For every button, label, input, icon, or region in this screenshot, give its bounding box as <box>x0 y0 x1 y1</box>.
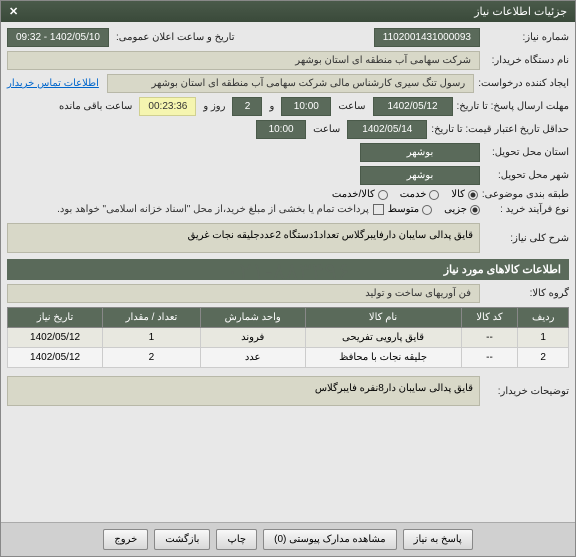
radio-partial-label: جزیی <box>444 204 467 215</box>
province-field: بوشهر <box>360 143 480 162</box>
radio-medium-label: متوسط <box>388 204 419 215</box>
title-bar: جزئیات اطلاعات نیاز ✕ <box>1 1 575 22</box>
table-row[interactable]: 2 -- جلیقه نجات با محافظ عدد 2 1402/05/1… <box>8 348 569 368</box>
and-label: و <box>266 101 277 112</box>
cell-date: 1402/05/12 <box>8 348 103 368</box>
buyer-notes-label: توضیحات خریدار: <box>484 386 569 397</box>
radio-medium[interactable]: متوسط <box>388 204 432 215</box>
radio-dot-icon <box>468 190 478 200</box>
cell-idx: 1 <box>518 328 569 348</box>
cell-unit: عدد <box>200 348 305 368</box>
validity-label: حداقل تاریخ اعتبار قیمت: تا تاریخ: <box>431 124 569 135</box>
close-icon[interactable]: ✕ <box>9 5 18 18</box>
cell-qty: 1 <box>103 328 201 348</box>
group-field: فن آوریهای ساخت و تولید <box>7 284 480 303</box>
th-code: کد کالا <box>461 308 518 328</box>
buyer-org-label: نام دستگاه خریدار: <box>484 55 569 66</box>
time-label-1: ساعت <box>335 101 368 112</box>
buyer-org-field: شرکت سهامی آب منطقه ای استان بوشهر <box>7 51 480 70</box>
radio-dot-icon <box>422 205 432 215</box>
deadline-label: مهلت ارسال پاسخ: تا تاریخ: <box>457 101 569 112</box>
requester-field: رسول تنگ سیری کارشناس مالی شرکت سهامی آب… <box>107 74 474 93</box>
radio-service-label: خدمت <box>400 189 427 200</box>
category-radio-group: کالا خدمت کالا/خدمت <box>332 189 478 200</box>
process-note: پرداخت تمام یا بخشی از مبلغ خرید،از محل … <box>57 204 369 215</box>
province-label: استان محل تحویل: <box>484 147 569 158</box>
goods-section-header: اطلاعات کالاهای مورد نیاز <box>7 259 569 280</box>
need-number-field: 1102001431000093 <box>374 28 480 47</box>
cell-idx: 2 <box>518 348 569 368</box>
attachments-button[interactable]: مشاهده مدارک پیوستی (0) <box>263 529 397 550</box>
category-label: طبقه بندی موضوعی: <box>482 189 569 200</box>
validity-time-field: 10:00 <box>256 120 306 139</box>
respond-button[interactable]: پاسخ به نیاز <box>403 529 473 550</box>
validity-date-field: 1402/05/14 <box>347 120 427 139</box>
back-button[interactable]: بازگشت <box>154 529 210 550</box>
radio-both[interactable]: کالا/خدمت <box>332 189 388 200</box>
deadline-date-field: 1402/05/12 <box>373 97 453 116</box>
deadline-time-field: 10:00 <box>281 97 331 116</box>
goods-table: ردیف کد کالا نام کالا واحد شمارش تعداد /… <box>7 307 569 368</box>
cell-name: جلیقه نجات با محافظ <box>305 348 461 368</box>
cell-code: -- <box>461 328 518 348</box>
radio-goods[interactable]: کالا <box>451 189 478 200</box>
radio-partial[interactable]: جزیی <box>444 204 480 215</box>
days-field: 2 <box>232 97 262 116</box>
need-number-label: شماره نیاز: <box>484 32 569 43</box>
cell-unit: فروند <box>200 328 305 348</box>
process-label: نوع فرآیند خرید : <box>484 204 569 215</box>
th-date: تاریخ نیاز <box>8 308 103 328</box>
city-field: بوشهر <box>360 166 480 185</box>
group-label: گروه کالا: <box>484 288 569 299</box>
requester-label: ایجاد کننده درخواست: <box>478 78 569 89</box>
announce-label: تاریخ و ساعت اعلان عمومی: <box>113 32 238 43</box>
cell-name: قایق پارویی تفریحی <box>305 328 461 348</box>
remaining-time-field: 00:23:36 <box>139 97 196 116</box>
footer-toolbar: پاسخ به نیاز مشاهده مدارک پیوستی (0) چاپ… <box>1 522 575 556</box>
day-label: روز و <box>200 101 228 112</box>
need-desc-label: شرح کلی نیاز: <box>484 233 569 244</box>
treasury-checkbox[interactable] <box>373 204 384 215</box>
radio-dot-icon <box>470 205 480 215</box>
window-title: جزئیات اطلاعات نیاز <box>474 5 567 18</box>
cell-qty: 2 <box>103 348 201 368</box>
buyer-notes-box: قایق پدالی سایبان دار8نفره فایبرگلاس <box>7 376 480 406</box>
table-row[interactable]: 1 -- قایق پارویی تفریحی فروند 1 1402/05/… <box>8 328 569 348</box>
need-desc-box: قایق پدالی سایبان دارفایبرگلاس تعداد1دست… <box>7 223 480 253</box>
radio-goods-label: کالا <box>451 189 465 200</box>
print-button[interactable]: چاپ <box>216 529 257 550</box>
time-label-2: ساعت <box>310 124 343 135</box>
cell-code: -- <box>461 348 518 368</box>
city-label: شهر محل تحویل: <box>484 170 569 181</box>
announce-datetime-field: 1402/05/10 - 09:32 <box>7 28 109 47</box>
th-idx: ردیف <box>518 308 569 328</box>
radio-service[interactable]: خدمت <box>400 189 440 200</box>
remaining-label: ساعت باقی مانده <box>56 101 135 112</box>
cell-date: 1402/05/12 <box>8 328 103 348</box>
radio-dot-icon <box>378 190 388 200</box>
process-radio-group: جزیی متوسط <box>388 204 480 215</box>
exit-button[interactable]: خروج <box>103 529 148 550</box>
th-unit: واحد شمارش <box>200 308 305 328</box>
th-qty: تعداد / مقدار <box>103 308 201 328</box>
th-name: نام کالا <box>305 308 461 328</box>
radio-both-label: کالا/خدمت <box>332 189 375 200</box>
contact-info-link[interactable]: اطلاعات تماس خریدار <box>7 78 99 89</box>
radio-dot-icon <box>429 190 439 200</box>
